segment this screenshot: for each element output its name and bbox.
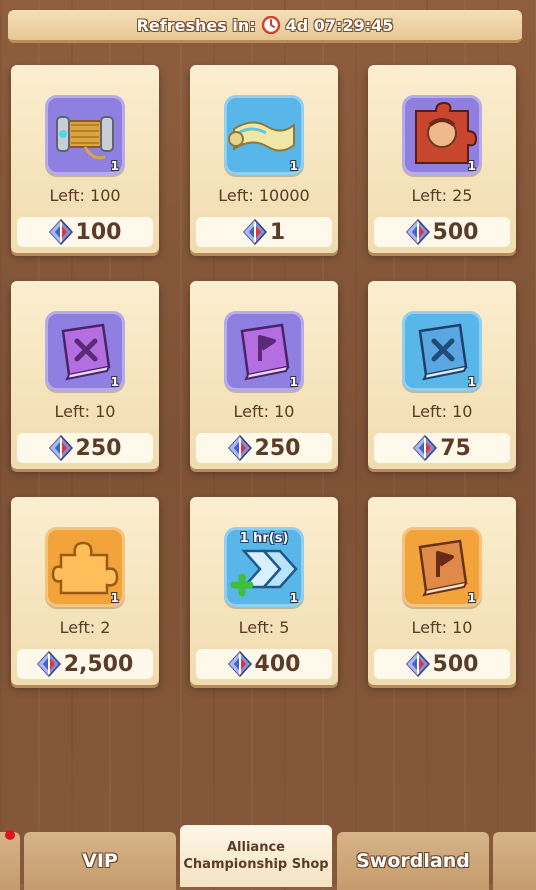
tab-partial-left[interactable] xyxy=(0,832,20,890)
shop-item-icon-box: 1 xyxy=(224,311,304,391)
shop-item-card[interactable]: 1 hr(s) 1 Left: 5 400 xyxy=(190,497,338,685)
tab-label: VIP xyxy=(82,850,118,872)
tab-label: Alliance Championship Shop xyxy=(183,840,329,872)
tab-swordland[interactable]: Swordland xyxy=(337,832,489,890)
item-price: 75 xyxy=(440,435,471,461)
item-price: 500 xyxy=(432,219,479,245)
championship-gem-icon xyxy=(413,435,437,461)
tab-vip[interactable]: VIP xyxy=(24,832,176,890)
item-quantity: 1 xyxy=(110,375,119,389)
item-quantity: 1 xyxy=(289,159,298,173)
buy-button[interactable]: 250 xyxy=(196,433,332,463)
item-stock-left: Left: 2 xyxy=(59,618,111,637)
shop-item-icon-box: 1 xyxy=(45,311,125,391)
championship-gem-icon xyxy=(227,435,252,461)
buy-button[interactable]: 400 xyxy=(196,649,332,679)
item-stock-left: Left: 5 xyxy=(238,618,290,637)
item-quantity: 1 xyxy=(289,591,298,605)
shop-item-icon-box: 1 xyxy=(45,95,125,175)
championship-gem-icon xyxy=(48,435,73,461)
championship-gem-icon xyxy=(243,219,267,245)
buy-button[interactable]: 500 xyxy=(374,649,510,679)
notification-dot xyxy=(5,830,15,840)
item-quantity: 1 xyxy=(110,159,119,173)
championship-gem-icon xyxy=(227,651,252,677)
shop-item-icon-box: 1 xyxy=(402,311,482,391)
item-quantity: 1 xyxy=(110,591,119,605)
championship-gem-icon xyxy=(36,651,61,677)
item-quantity: 1 xyxy=(289,375,298,389)
tab-partial-right[interactable] xyxy=(493,832,536,890)
shop-item-icon-box: 1 hr(s) 1 xyxy=(224,527,304,607)
championship-gem-icon xyxy=(405,651,430,677)
shop-item-icon-box: 1 xyxy=(224,95,304,175)
item-stock-left: Left: 10 xyxy=(411,618,473,637)
item-quantity: 1 xyxy=(467,591,476,605)
shop-item-icon-box: 1 xyxy=(402,95,482,175)
item-price: 400 xyxy=(254,651,301,677)
shop-item-card[interactable]: 1 Left: 100 100 xyxy=(11,65,159,253)
buy-button[interactable]: 100 xyxy=(17,217,153,247)
shop-item-card[interactable]: 1 Left: 2 2,500 xyxy=(11,497,159,685)
item-stock-left: Left: 10 xyxy=(54,402,116,421)
refresh-countdown: 4d 07:29:45 xyxy=(285,15,394,35)
item-stock-left: Left: 10000 xyxy=(218,186,310,205)
item-price: 2,500 xyxy=(63,651,134,677)
championship-gem-icon xyxy=(405,219,430,245)
item-quantity: 1 xyxy=(467,159,476,173)
speedup-duration-label: 1 hr(s) xyxy=(239,531,289,546)
shop-item-card[interactable]: 1 Left: 10 75 xyxy=(368,281,516,469)
championship-gem-icon xyxy=(48,219,73,245)
shop-item-card[interactable]: 1 Left: 10 250 xyxy=(190,281,338,469)
item-stock-left: Left: 10 xyxy=(411,402,473,421)
item-price: 100 xyxy=(75,219,122,245)
refresh-timer-bar: Refreshes in: 4d 07:29:45 xyxy=(8,10,522,43)
shop-item-card[interactable]: 1 Left: 10000 1 xyxy=(190,65,338,253)
item-price: 250 xyxy=(75,435,122,461)
buy-button[interactable]: 75 xyxy=(374,433,510,463)
refresh-label: Refreshes in: xyxy=(136,15,256,35)
item-stock-left: Left: 10 xyxy=(233,402,295,421)
buy-button[interactable]: 1 xyxy=(196,217,332,247)
buy-button[interactable]: 2,500 xyxy=(17,649,153,679)
item-price: 500 xyxy=(432,651,479,677)
clock-icon xyxy=(261,16,280,34)
tab-label: Swordland xyxy=(356,850,470,872)
shop-item-icon-box: 1 xyxy=(402,527,482,607)
buy-button[interactable]: 250 xyxy=(17,433,153,463)
item-price: 250 xyxy=(254,435,301,461)
shop-item-card[interactable]: 1 Left: 25 500 xyxy=(368,65,516,253)
item-quantity: 1 xyxy=(467,375,476,389)
shop-item-card[interactable]: 1 Left: 10 250 xyxy=(11,281,159,469)
item-stock-left: Left: 100 xyxy=(49,186,121,205)
tab-alliance-championship-shop[interactable]: Alliance Championship Shop xyxy=(180,825,332,887)
item-price: 1 xyxy=(269,219,286,245)
shop-item-icon-box: 1 xyxy=(45,527,125,607)
item-stock-left: Left: 25 xyxy=(411,186,473,205)
shop-item-card[interactable]: 1 Left: 10 500 xyxy=(368,497,516,685)
buy-button[interactable]: 500 xyxy=(374,217,510,247)
